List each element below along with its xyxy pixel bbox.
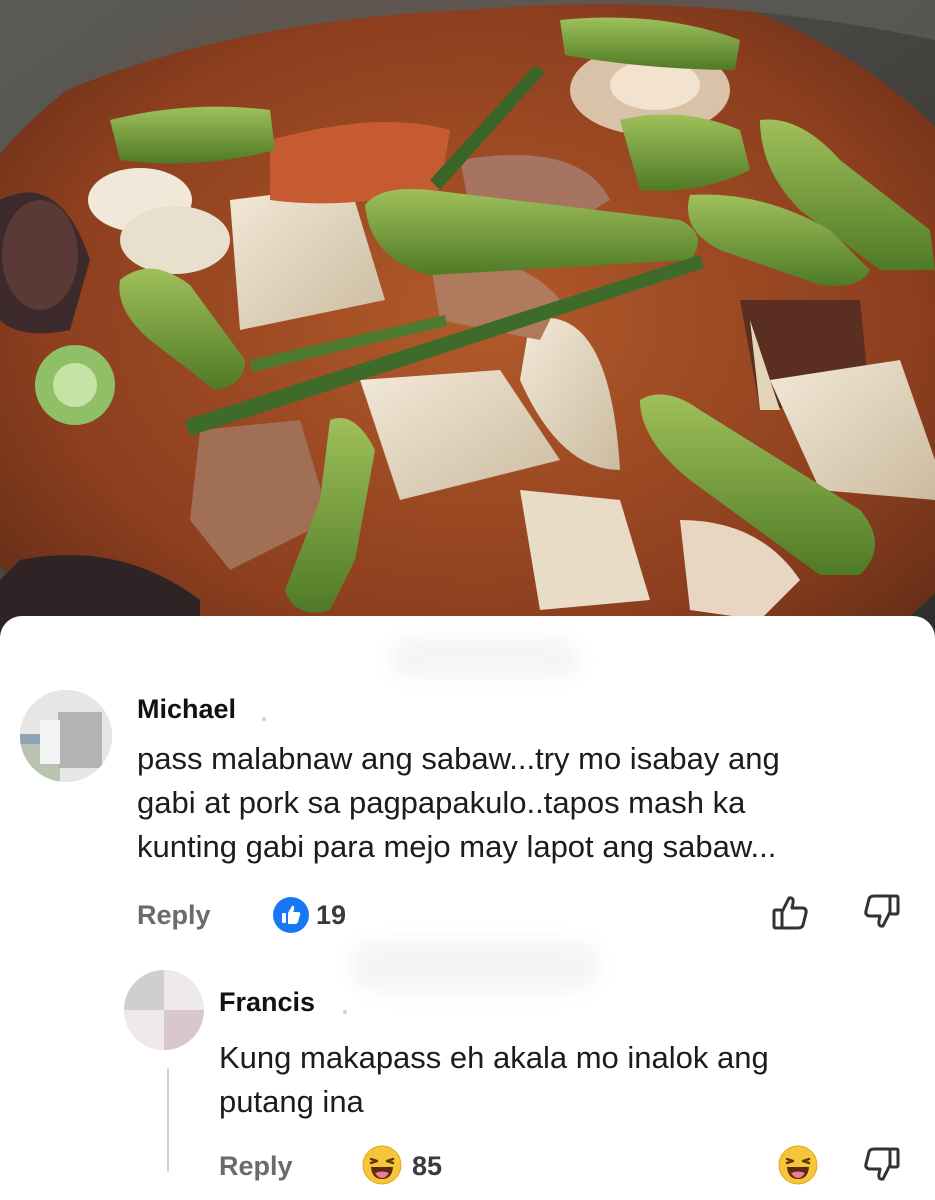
haha-reaction-icon[interactable] xyxy=(362,1145,402,1190)
blurred-area xyxy=(390,638,580,678)
separator-dot xyxy=(262,717,266,721)
thumbs-up-icon[interactable] xyxy=(770,892,810,937)
comment-text-line: gabi at pork sa pagpapakulo..tapos mash … xyxy=(137,785,746,820)
reaction-count[interactable]: 19 xyxy=(316,900,346,931)
haha-reaction-icon[interactable] xyxy=(778,1145,818,1190)
comment-text: pass malabnaw ang sabaw...try mo isabay … xyxy=(137,737,780,869)
comment-author[interactable]: Francis xyxy=(219,987,315,1018)
thumbs-down-icon[interactable] xyxy=(862,892,902,937)
reply-button[interactable]: Reply xyxy=(219,1151,293,1182)
food-photo xyxy=(0,0,935,660)
comment-text-line: kunting gabi para mejo may lapot ang sab… xyxy=(137,829,777,864)
comment-text-line: putang ina xyxy=(219,1084,364,1119)
avatar[interactable] xyxy=(20,690,112,782)
comment-author[interactable]: Michael xyxy=(137,694,236,725)
blurred-area xyxy=(350,941,600,991)
thread-line xyxy=(167,1068,169,1172)
comment-text-line: Kung makapass eh akala mo inalok ang xyxy=(219,1040,769,1075)
separator-dot xyxy=(343,1010,347,1014)
reaction-count[interactable]: 85 xyxy=(412,1151,442,1182)
like-reaction-icon[interactable] xyxy=(272,896,310,939)
reply-button[interactable]: Reply xyxy=(137,900,211,931)
thumbs-down-icon[interactable] xyxy=(862,1145,902,1190)
avatar[interactable] xyxy=(124,970,204,1050)
comment-text: Kung makapass eh akala mo inalok ang put… xyxy=(219,1036,769,1124)
comment-text-line: pass malabnaw ang sabaw...try mo isabay … xyxy=(137,741,780,776)
